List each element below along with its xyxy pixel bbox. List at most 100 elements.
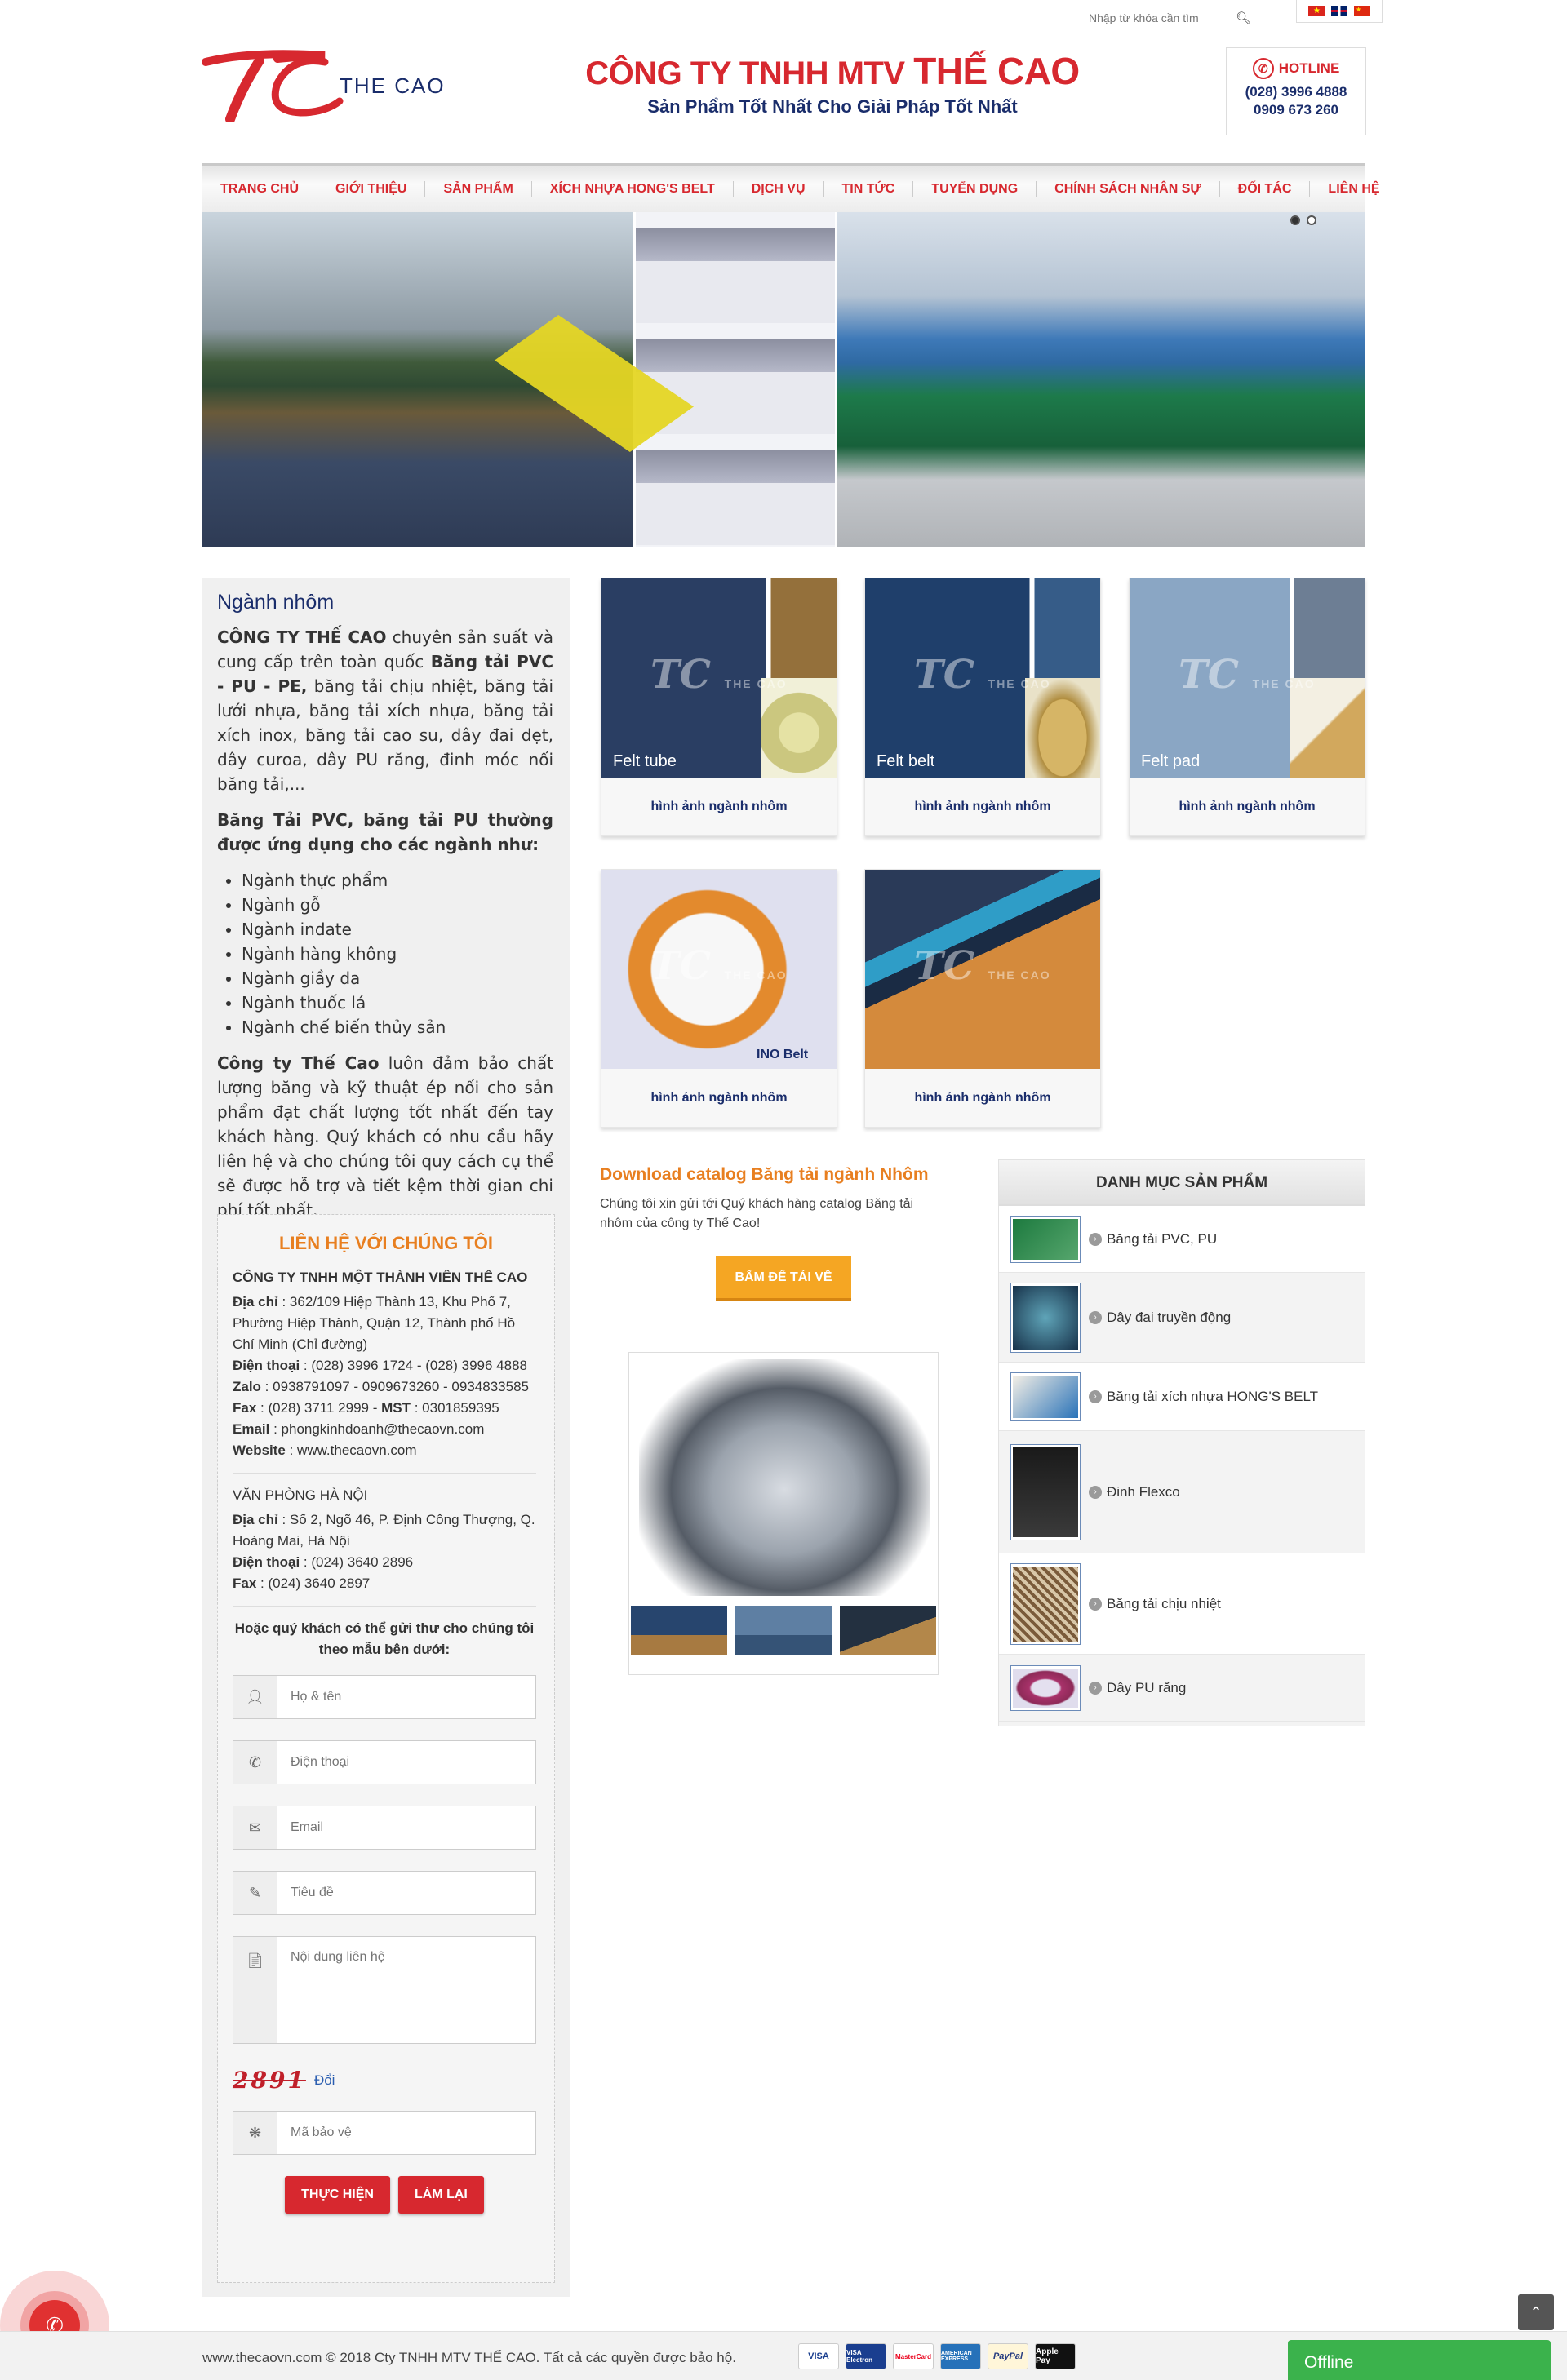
captcha-image: 2891 [233,2067,306,2094]
product-card[interactable]: TC THE CAO hình ảnh ngành nhôm [864,869,1101,1128]
sidebar: Ngành nhôm CÔNG TY THẾ CAO chuyên sản su… [202,578,570,2297]
submit-button[interactable]: THỰC HIỆN [285,2176,390,2214]
nav-products[interactable]: SẢN PHẨM [443,180,532,197]
site-logo[interactable]: THE CAO [202,47,464,124]
product-image[interactable]: TC THE CAO Felt pad [1130,578,1365,778]
product-caption[interactable]: hình ảnh ngành nhôm [601,778,837,836]
nav-about[interactable]: GIỚI THIỆU [335,180,426,197]
chevron-right-icon: › [1089,1310,1102,1324]
catalog-download: Download catalog Băng tải ngành Nhôm Chú… [600,1165,943,1301]
subject-field: ✎ [233,1871,536,1915]
sidebar-title: Ngành nhôm [217,591,335,614]
product-card[interactable]: TC THE CAO Felt tube hình ảnh ngành nhôm [601,578,837,836]
search-input[interactable] [1089,11,1236,24]
category-item[interactable]: › Băng tải chịu nhiệt [999,1553,1365,1655]
nav-careers[interactable]: TUYỂN DỤNG [931,180,1037,197]
nav-partners[interactable]: ĐỐI TÁC [1238,180,1311,197]
search-icon[interactable]: 🔍︎ [1236,11,1251,25]
hotline-number-2[interactable]: 0909 673 260 [1227,102,1365,118]
hanoi-phone: Điện thoại : (024) 3640 2896 [233,1554,414,1570]
name-field: 👤︎ [233,1675,536,1719]
product-image[interactable]: TC THE CAO [865,870,1100,1069]
nav-hr-policy[interactable]: CHÍNH SÁCH NHÂN SỰ [1054,180,1220,197]
category-item[interactable]: › Băng tải xích nhựa HONG'S BELT [999,1363,1365,1431]
sidebar-description: CÔNG TY THẾ CAO chuyên sản suất và cung … [217,625,553,1234]
gallery-thumbnail[interactable] [735,1606,832,1655]
banner-dot[interactable] [1290,215,1300,225]
watermark-logo: TC THE CAO [650,652,788,698]
product-caption[interactable]: hình ảnh ngành nhôm [601,1069,837,1128]
message-input[interactable] [277,1937,535,2043]
catalog-title: Download catalog Băng tải ngành Nhôm [600,1165,929,1184]
copyright: www.thecaovn.com © 2018 Cty TNHH MTV THẾ… [202,2350,736,2365]
document-icon: 📄︎ [233,1937,277,2043]
download-button[interactable]: BẤM ĐỂ TẢI VỀ [716,1256,851,1301]
hotline-label: HOTLINE [1278,60,1340,76]
chevron-right-icon: › [1089,1597,1102,1611]
banner-dot[interactable] [1307,215,1316,225]
list-item: Ngành indate [242,917,553,942]
flag-vietnam-icon[interactable] [1308,6,1325,16]
phone-icon: ✆ [1252,58,1274,79]
nav-hongs-belt[interactable]: XÍCH NHỰA HONG'S BELT [550,180,734,197]
category-item[interactable]: › Dây PU răng [999,1655,1365,1722]
email-input[interactable] [277,1806,535,1849]
hotline-number-1[interactable]: (028) 3996 4888 [1227,84,1365,100]
captcha-input[interactable] [277,2112,535,2154]
watermark-logo: TC THE CAO [914,652,1051,698]
nav-services[interactable]: DỊCH VỤ [752,180,824,197]
product-caption[interactable]: hình ảnh ngành nhôm [1130,778,1365,836]
form-intro: Hoặc quý khách có thể gửi thư cho chúng … [234,1620,535,1657]
user-icon: 👤︎ [233,1676,277,1718]
envelope-icon: ✉ [233,1806,277,1849]
hanoi-address: Địa chỉ : Số 2, Ngõ 46, P. Định Công Thư… [233,1512,535,1549]
product-caption[interactable]: hình ảnh ngành nhôm [865,1069,1100,1128]
nav-contact[interactable]: LIÊN HỆ [1328,181,1397,197]
email-field: ✉ [233,1806,536,1850]
category-item[interactable]: › Dây đai truyền động [999,1273,1365,1363]
product-tag: Felt belt [877,752,935,770]
subject-input[interactable] [277,1872,535,1914]
payment-methods: VISA VISA Electron MasterCard AMERICAN E… [798,2343,1076,2369]
product-image[interactable]: TC THE CAO Felt belt [865,578,1100,778]
product-image[interactable]: TC THE CAO INO Belt [601,870,837,1069]
gallery-thumbnail[interactable] [631,1606,727,1655]
banner-pager [1290,215,1316,225]
list-item: Ngành hàng không [242,942,553,966]
hanoi-fax: Fax : (024) 3640 2897 [233,1576,371,1591]
phone-input[interactable] [277,1741,535,1784]
captcha-refresh-link[interactable]: Đổi [314,2070,335,2091]
banner-image-roller-line [202,212,633,547]
contact-email[interactable]: Email : phongkinhdoanh@thecaovn.com [233,1419,536,1440]
flag-china-icon[interactable] [1354,6,1370,16]
contact-website[interactable]: Website : www.thecaovn.com [233,1440,536,1461]
category-item[interactable]: › Băng tải PVC, PU [999,1206,1365,1273]
product-image[interactable]: TC THE CAO Felt tube [601,578,837,778]
product-card[interactable]: TC THE CAO INO Belt hình ảnh ngành nhôm [601,869,837,1128]
hanoi-office-title: VĂN PHÒNG HÀ NỘI [233,1487,368,1503]
category-title: DANH MỤC SẢN PHẨM [999,1160,1365,1206]
category-item[interactable]: › Đinh Flexco [999,1431,1365,1553]
message-field: 📄︎ [233,1936,536,2044]
nav-home[interactable]: TRANG CHỦ [220,180,317,197]
flag-english-icon[interactable] [1331,6,1347,16]
product-card[interactable]: TC THE CAO Felt belt hình ảnh ngành nhôm [864,578,1101,836]
hero-banner[interactable] [202,212,1365,547]
visa-electron-icon: VISA Electron [846,2343,886,2369]
hotline-box: ✆ HOTLINE (028) 3996 4888 0909 673 260 [1226,47,1366,135]
live-chat-widget[interactable]: Offline [1288,2340,1551,2380]
language-switcher [1296,0,1383,23]
reset-button[interactable]: LÀM LẠI [397,2176,484,2214]
name-input[interactable] [277,1676,535,1718]
product-tag: Felt pad [1141,752,1201,770]
nav-news[interactable]: TIN TỨC [842,180,914,197]
search-box[interactable]: 🔍︎ [1089,7,1260,29]
company-prefix: CÔNG TY TNHH MTV [585,55,905,91]
main-nav: TRANG CHỦ GIỚI THIỆU SẢN PHẨM XÍCH NHỰA … [202,163,1380,212]
gallery-thumbnail[interactable] [840,1606,936,1655]
product-caption[interactable]: hình ảnh ngành nhôm [865,778,1100,836]
gallery-main-image[interactable] [639,1359,930,1596]
contact-company: CÔNG TY TNHH MỘT THÀNH VIÊN THẾ CAO [233,1270,528,1285]
product-card[interactable]: TC THE CAO Felt pad hình ảnh ngành nhôm [1129,578,1365,836]
back-to-top-button[interactable]: ⌃ [1518,2294,1554,2330]
